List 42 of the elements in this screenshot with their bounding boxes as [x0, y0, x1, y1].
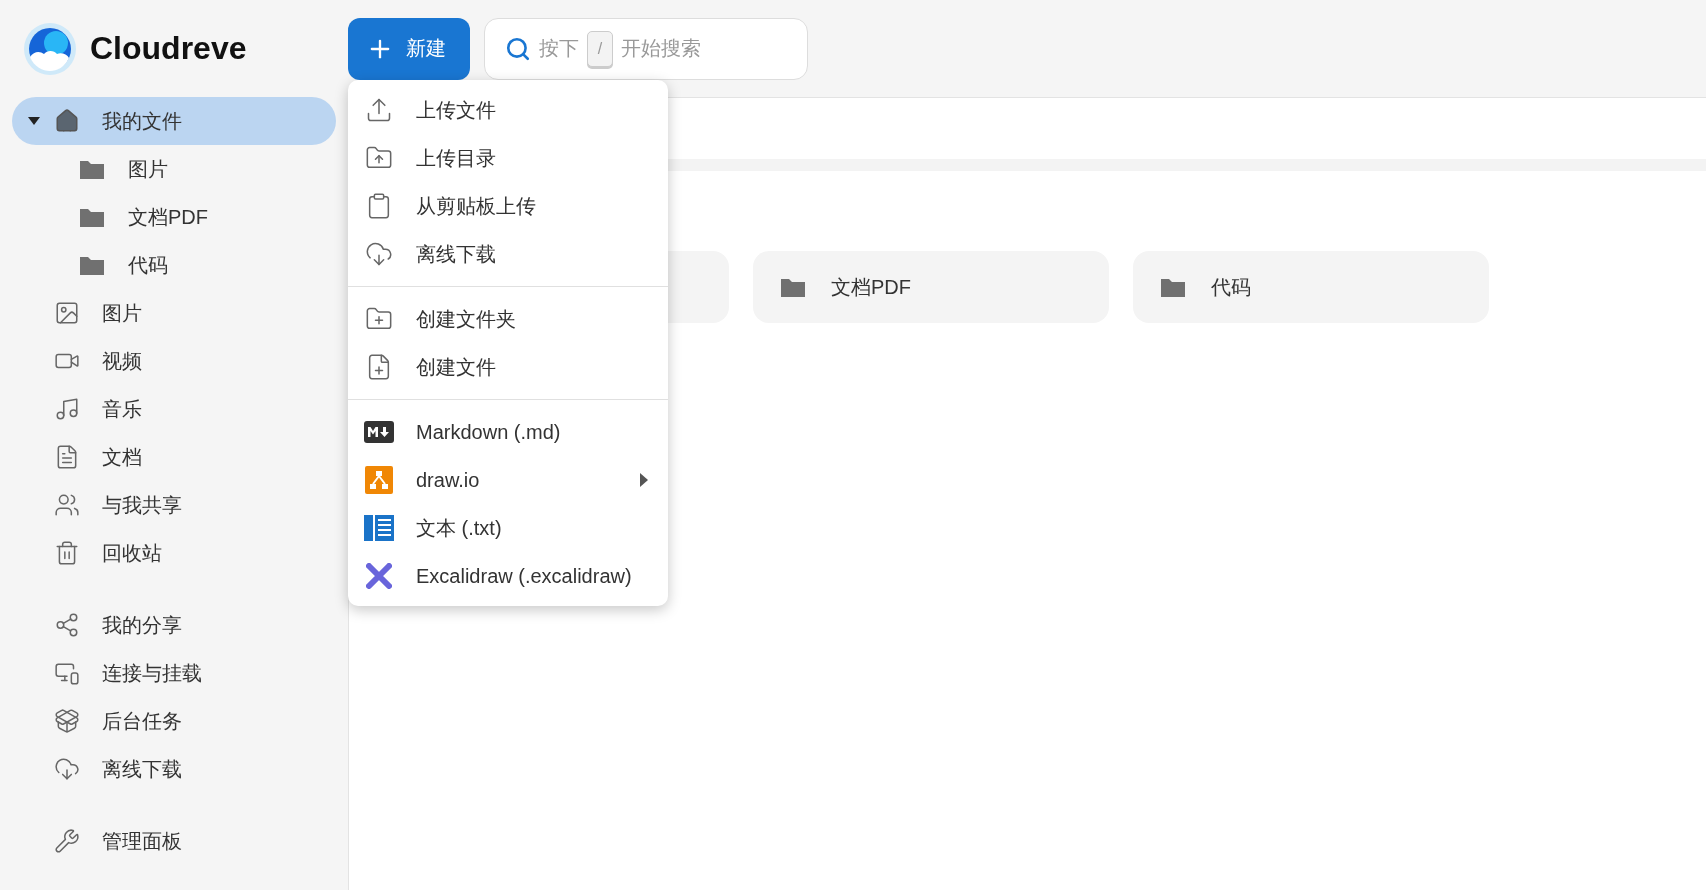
sidebar-item[interactable]: 我的分享 [12, 601, 336, 649]
submenu-arrow-icon [640, 473, 648, 487]
menu-item[interactable]: 离线下载 [348, 230, 668, 278]
sidebar-item[interactable]: 管理面板 [12, 817, 336, 865]
sidebar-item[interactable]: 与我共享 [12, 481, 336, 529]
menu-item[interactable]: draw.io [348, 456, 668, 504]
sidebar-item[interactable]: 连接与挂载 [12, 649, 336, 697]
sidebar-item[interactable]: 离线下载 [12, 745, 336, 793]
app-name: Cloudreve [90, 30, 247, 67]
caret-icon[interactable] [28, 117, 40, 125]
search-hint: 开始搜索 [621, 36, 701, 61]
menu-item[interactable]: Markdown (.md) [348, 408, 668, 456]
menu-item[interactable]: 从剪贴板上传 [348, 182, 668, 230]
sidebar-item[interactable]: 后台任务 [12, 697, 336, 745]
text-file-icon [364, 515, 394, 541]
menu-item[interactable]: 创建文件夹 [348, 295, 668, 343]
folder-card[interactable]: 代码 [1133, 251, 1489, 323]
markdown-icon [364, 421, 394, 443]
sidebar-item[interactable]: 我的文件 [12, 97, 336, 145]
menu-item[interactable]: 上传文件 [348, 86, 668, 134]
folder-tree-item[interactable]: 代码 [12, 241, 336, 289]
folder-tree-item[interactable]: 图片 [12, 145, 336, 193]
new-button[interactable]: 新建 [348, 17, 470, 80]
search-icon [505, 35, 531, 62]
folder-tree-item[interactable]: 文档PDF [12, 193, 336, 241]
shortcut-key: / [587, 30, 613, 67]
menu-item[interactable]: 文本 (.txt) [348, 504, 668, 552]
folder-card[interactable]: 文档PDF [753, 251, 1109, 323]
pencil-cross-icon [366, 563, 392, 589]
menu-item[interactable]: Excalidraw (.excalidraw) [348, 552, 668, 600]
menu-icon [365, 240, 393, 268]
sidebar-item[interactable]: 回收站 [12, 529, 336, 577]
sidebar-item[interactable]: 视频 [12, 337, 336, 385]
sidebar-item[interactable]: 音乐 [12, 385, 336, 433]
diagram-icon [365, 466, 393, 494]
sidebar-item[interactable]: 文档 [12, 433, 336, 481]
sidebar-item[interactable]: 图片 [12, 289, 336, 337]
menu-item[interactable]: 创建文件 [348, 343, 668, 391]
search-hint: 按下 [539, 36, 579, 61]
logo-icon [24, 22, 76, 75]
menu-icon [365, 96, 393, 124]
menu-item[interactable]: 上传目录 [348, 134, 668, 182]
